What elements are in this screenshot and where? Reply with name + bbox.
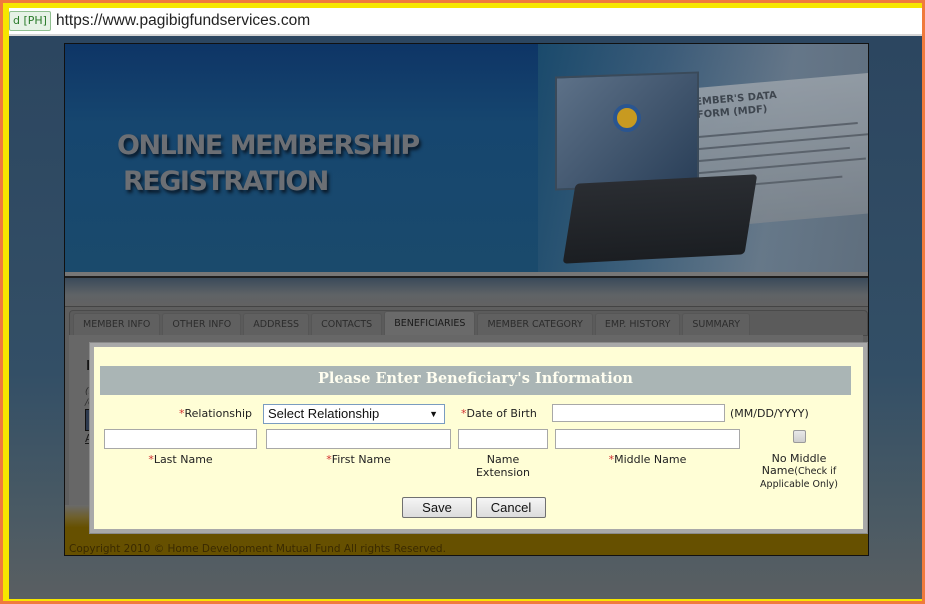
tab-summary[interactable]: SUMMARY — [682, 313, 751, 335]
site-identity-badge[interactable]: d [PH] — [9, 11, 51, 31]
beneficiary-dialog: Please Enter Beneficiary's Information *… — [90, 343, 867, 533]
chevron-down-icon: ▼ — [429, 409, 438, 419]
cancel-button[interactable]: Cancel — [476, 497, 546, 518]
address-bar[interactable]: d [PH] https://www.pagibigfundservices.c… — [9, 8, 922, 36]
dob-input[interactable] — [552, 404, 725, 422]
tab-contacts[interactable]: CONTACTS — [311, 313, 383, 335]
header-banner: MEMBER'S DATA FORM (MDF) ONLINE MEMBERSH… — [65, 44, 868, 272]
relationship-select[interactable]: Select Relationship ▼ — [263, 404, 445, 424]
registration-tabs: MEMBER INFO OTHER INFO ADDRESS CONTACTS … — [69, 310, 868, 336]
dob-format-hint: (MM/DD/YYYY) — [730, 407, 809, 420]
last-name-label: *Last Name — [148, 453, 213, 466]
pagibig-logo-icon — [613, 104, 641, 132]
url-text[interactable]: https://www.pagibigfundservices.com — [56, 12, 310, 30]
laptop-keyboard-image — [562, 174, 758, 264]
no-middle-name-checkbox[interactable] — [793, 430, 806, 443]
dialog-title: Please Enter Beneficiary's Information — [100, 366, 851, 395]
tab-member-category[interactable]: MEMBER CATEGORY — [477, 313, 593, 335]
window-frame: d [PH] https://www.pagibigfundservices.c… — [3, 3, 922, 601]
tab-emp-history[interactable]: EMP. HISTORY — [594, 313, 681, 335]
tab-beneficiaries[interactable]: BENEFICIARIES — [384, 311, 476, 335]
no-middle-name-label: No Middle Name(Check if Applicable Only) — [760, 452, 838, 491]
middle-name-input[interactable] — [555, 429, 740, 449]
middle-name-label: *Middle Name — [608, 453, 687, 466]
save-button[interactable]: Save — [402, 497, 472, 518]
first-name-input[interactable] — [266, 429, 451, 449]
banner-title: ONLINE MEMBERSHIP REGISTRATION — [117, 130, 420, 197]
copyright-text: Copyright 2010 © Home Development Mutual… — [69, 543, 446, 555]
tab-member-info[interactable]: MEMBER INFO — [73, 313, 161, 335]
first-name-label: *First Name — [326, 453, 391, 466]
name-extension-label: Name Extension — [475, 453, 530, 479]
dob-label: *Date of Birth — [461, 407, 537, 420]
browser-viewport: d [PH] https://www.pagibigfundservices.c… — [9, 8, 922, 599]
tab-address[interactable]: ADDRESS — [243, 313, 310, 335]
relationship-label: *Relationship — [179, 407, 253, 420]
nav-strip — [65, 278, 868, 307]
last-name-input[interactable] — [104, 429, 257, 449]
name-extension-input[interactable] — [458, 429, 548, 449]
tab-other-info[interactable]: OTHER INFO — [162, 313, 242, 335]
